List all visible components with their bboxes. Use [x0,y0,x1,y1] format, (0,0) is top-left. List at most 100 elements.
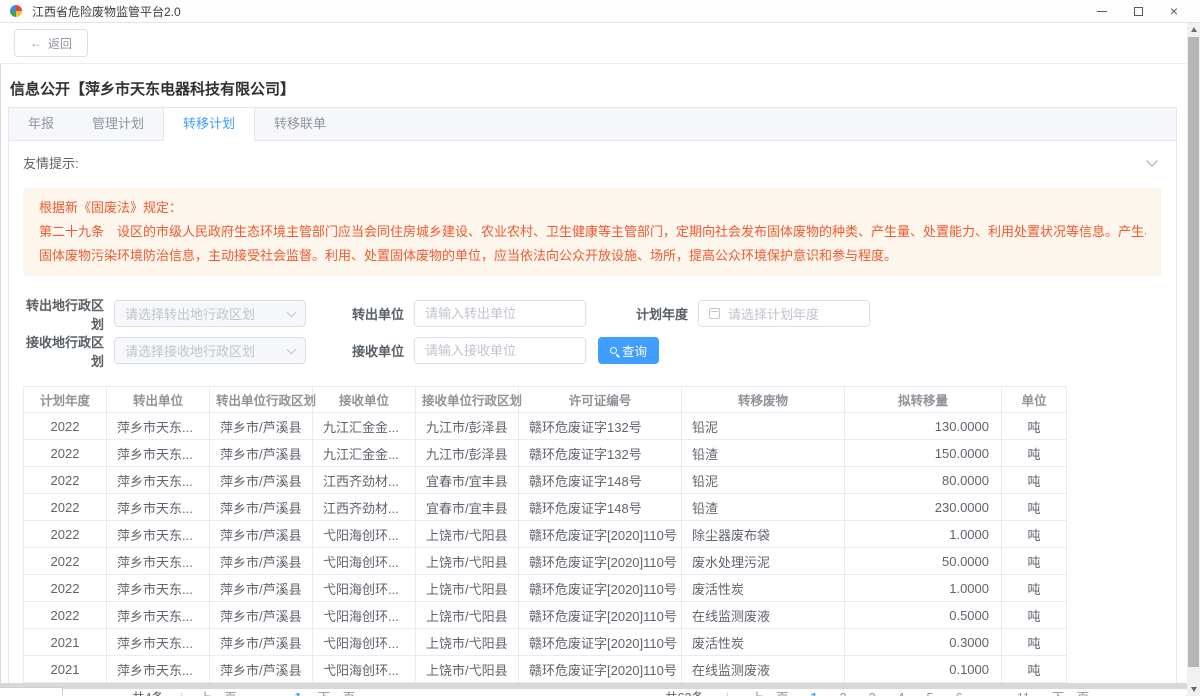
pagination-next-button[interactable]: 下一页 [318,690,356,696]
scroll-down-button[interactable] [1187,683,1200,696]
filter-form: 转出地行政区划 请选择转出地行政区划 转出单位 计划年度 请选择计划年度 接收地… [19,300,1176,364]
cell-r5-c6: 废水处理污泥 [682,548,845,575]
cell-r7-c3: 弋阳海创环... [313,602,416,629]
cell-r0-c0: 2022 [24,413,107,440]
minimize-button[interactable] [1084,0,1120,22]
cell-r1-c2: 萍乡市/芦溪县 [210,440,313,467]
out-unit-input[interactable] [414,300,586,327]
pagination-ellipsis: ... [984,690,994,696]
cell-r9-c0: 2021 [24,656,107,683]
plan-year-label: 计划年度 [628,304,688,323]
in-region-label: 接收地行政区划 [19,332,104,370]
pagination-total: 共62条 [665,690,704,696]
pagination-page-6[interactable]: 6 [955,690,962,696]
maximize-button[interactable] [1120,0,1156,22]
table-row: 2022萍乡市天东...萍乡市/芦溪县弋阳海创环...上饶市/弋阳县赣环危废证字… [24,575,1067,602]
column-header-7: 拟转移量 [845,387,1002,413]
cell-r3-c3: 江西齐劲材... [313,494,416,521]
window-title: 江西省危险废物监管平台2.0 [32,3,181,20]
plan-year-placeholder: 请选择计划年度 [728,304,819,323]
pagination-page-4[interactable]: 4 [898,690,905,696]
cell-r2-c8: 吨 [1002,467,1067,494]
cell-r7-c4: 上饶市/弋阳县 [416,602,519,629]
close-button[interactable]: × [1156,0,1192,22]
cell-r1-c7: 150.0000 [845,440,1002,467]
cell-r5-c5: 赣环危废证字[2020]110号 [519,548,682,575]
in-unit-input[interactable] [414,337,586,364]
cell-r4-c6: 除尘器废布袋 [682,521,845,548]
cell-r1-c5: 赣环危废证字132号 [519,440,682,467]
cell-r0-c8: 吨 [1002,413,1067,440]
cell-r6-c2: 萍乡市/芦溪县 [210,575,313,602]
cell-r6-c0: 2022 [24,575,107,602]
cell-r3-c1: 萍乡市天东... [107,494,210,521]
cell-r8-c8: 吨 [1002,629,1067,656]
pagination-left: 共4条|上一页1下一页 [132,690,355,696]
back-button-label: 返回 [48,35,72,52]
tab-3[interactable]: 转移联单 [255,108,345,140]
pagination-total: 共4条 [132,690,164,696]
cell-r6-c7: 1.0000 [845,575,1002,602]
cell-r9-c4: 上饶市/弋阳县 [416,656,519,683]
scrollbar-thumb[interactable] [1188,37,1199,667]
tab-1[interactable]: 管理计划 [73,108,163,140]
window-controls: × [1084,0,1192,22]
chevron-down-icon[interactable] [1146,155,1157,166]
vertical-scrollbar[interactable] [1187,23,1200,696]
out-unit-label: 转出单位 [344,304,404,323]
pagination-page-1[interactable]: 1 [811,690,818,696]
cell-r8-c7: 0.3000 [845,629,1002,656]
cell-r2-c1: 萍乡市天东... [107,467,210,494]
cell-r4-c2: 萍乡市/芦溪县 [210,521,313,548]
column-header-0: 计划年度 [24,387,107,413]
transfer-plan-table-wrap: 计划年度转出单位转出单位行政区划接收单位接收单位行政区划许可证编号转移废物拟转移… [23,386,1176,683]
in-unit-label: 接收单位 [344,341,404,360]
cell-r8-c2: 萍乡市/芦溪县 [210,629,313,656]
cell-r7-c0: 2022 [24,602,107,629]
back-button[interactable]: ← 返回 [14,29,88,57]
cell-r5-c4: 上饶市/弋阳县 [416,548,519,575]
pagination-page-2[interactable]: 2 [840,690,847,696]
cell-r5-c1: 萍乡市天东... [107,548,210,575]
notice-line-2: 固体废物污染环境防治信息，主动接受社会监督。利用、处置固体废物的单位，应当依法向… [39,244,1146,268]
out-region-placeholder: 请选择转出地行政区划 [125,304,255,323]
cell-r1-c4: 九江市/彭泽县 [416,440,519,467]
plan-year-datepicker[interactable]: 请选择计划年度 [698,300,870,327]
column-header-5: 许可证编号 [519,387,682,413]
pagination-right: 共62条|上一页123456...11下一页 [665,690,1089,696]
cell-r7-c8: 吨 [1002,602,1067,629]
cell-r9-c5: 赣环危废证字[2020]110号 [519,656,682,683]
cell-r6-c3: 弋阳海创环... [313,575,416,602]
notice-title: 友情提示: [23,153,79,172]
cell-r9-c6: 在线监测废液 [682,656,845,683]
cell-r7-c6: 在线监测废液 [682,602,845,629]
pagination-prev-button[interactable]: 上一页 [199,690,237,696]
cell-r7-c7: 0.5000 [845,602,1002,629]
cell-r5-c8: 吨 [1002,548,1067,575]
notice-collapse-header[interactable]: 友情提示: [9,141,1176,180]
out-region-label: 转出地行政区划 [19,295,104,333]
pagination-prev-button[interactable]: 上一页 [751,690,789,696]
pagination-next-button[interactable]: 下一页 [1052,690,1090,696]
out-region-select[interactable]: 请选择转出地行政区划 [114,300,306,327]
table-header: 计划年度转出单位转出单位行政区划接收单位接收单位行政区划许可证编号转移废物拟转移… [24,387,1067,413]
pagination-page-11[interactable]: 11 [1017,690,1030,696]
search-button[interactable]: 查询 [598,337,659,364]
maximize-icon [1134,7,1143,16]
pagination-page-1[interactable]: 1 [295,690,302,696]
window-titlebar: 江西省危险废物监管平台2.0 × [0,0,1200,23]
table-body: 2022萍乡市天东...萍乡市/芦溪县九江汇金金...九江市/彭泽县赣环危废证字… [24,413,1067,683]
filter-row-1: 转出地行政区划 请选择转出地行政区划 转出单位 计划年度 请选择计划年度 [19,300,1176,327]
in-region-select[interactable]: 请选择接收地行政区划 [114,337,306,364]
cell-r6-c5: 赣环危废证字[2020]110号 [519,575,682,602]
cell-r3-c7: 230.0000 [845,494,1002,521]
filter-row-2: 接收地行政区划 请选择接收地行政区划 接收单位 查询 [19,337,1176,364]
table-row: 2022萍乡市天东...萍乡市/芦溪县九江汇金金...九江市/彭泽县赣环危废证字… [24,440,1067,467]
tab-0[interactable]: 年报 [9,108,73,140]
cell-r6-c4: 上饶市/弋阳县 [416,575,519,602]
scroll-up-button[interactable] [1187,23,1200,36]
tab-2[interactable]: 转移计划 [163,108,255,140]
table-header-row: 计划年度转出单位转出单位行政区划接收单位接收单位行政区划许可证编号转移废物拟转移… [24,387,1067,413]
pagination-page-3[interactable]: 3 [869,690,876,696]
pagination-page-5[interactable]: 5 [926,690,933,696]
